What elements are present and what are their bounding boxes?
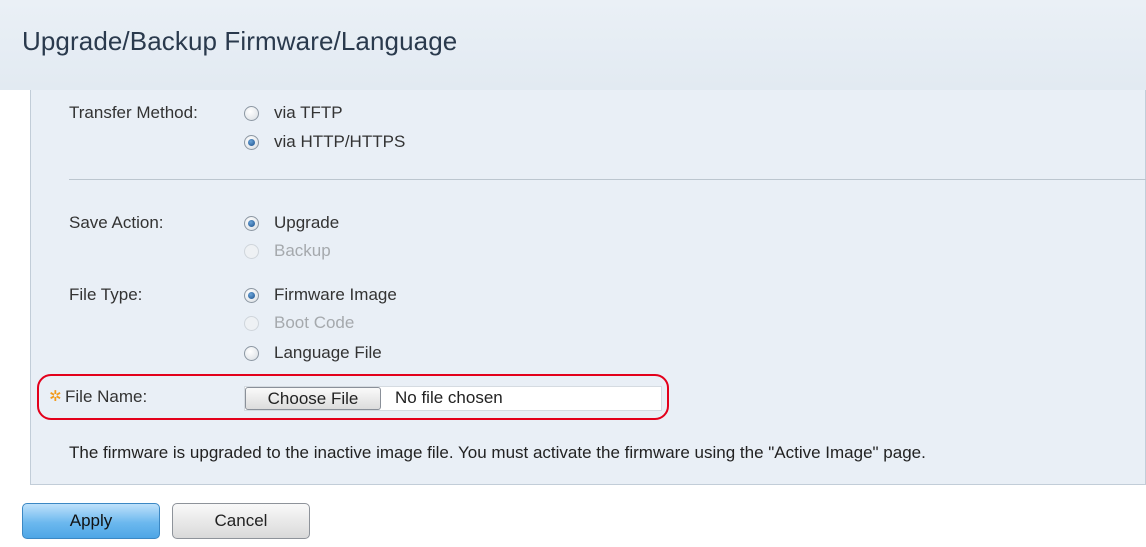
radio-label: Upgrade <box>274 213 340 232</box>
file-type-label: File Type: <box>69 285 143 304</box>
file-status: No file chosen <box>395 388 503 407</box>
divider <box>69 179 1146 180</box>
radio-label: Boot Code <box>274 313 355 332</box>
page-title: Upgrade/Backup Firmware/Language <box>22 26 458 56</box>
radio-label: Backup <box>274 241 331 260</box>
apply-button[interactable]: Apply <box>22 503 160 539</box>
transfer-method-label: Transfer Method: <box>69 103 198 122</box>
radio-label: via HTTP/HTTPS <box>274 132 406 151</box>
radio-language-file[interactable]: Language File <box>244 342 382 364</box>
radio-circle[interactable] <box>244 215 259 231</box>
title-bar: Upgrade/Backup Firmware/Language <box>0 0 1146 90</box>
cancel-button[interactable]: Cancel <box>172 503 310 539</box>
radio-circle <box>244 243 259 259</box>
file-input[interactable]: Choose File No file chosen <box>244 386 662 411</box>
save-action-label: Save Action: <box>69 213 164 232</box>
radio-circle <box>244 315 259 331</box>
radio-backup: Backup <box>244 240 331 262</box>
radio-firmware-image[interactable]: Firmware Image <box>244 284 397 306</box>
radio-circle[interactable] <box>244 287 259 303</box>
file-name-highlight: ✲ File Name: Choose File No file chosen <box>37 374 669 420</box>
radio-via-http[interactable]: via HTTP/HTTPS <box>244 131 405 153</box>
required-icon: ✲ <box>49 388 62 405</box>
radio-label: Language File <box>274 343 382 362</box>
radio-upgrade[interactable]: Upgrade <box>244 212 339 234</box>
radio-label: via TFTP <box>274 103 343 122</box>
firmware-note: The firmware is upgraded to the inactive… <box>69 443 926 462</box>
radio-circle[interactable] <box>244 134 259 150</box>
form-panel: Transfer Method: via TFTP via HTTP/HTTPS… <box>30 90 1146 485</box>
radio-boot-code: Boot Code <box>244 312 354 334</box>
radio-circle[interactable] <box>244 345 259 361</box>
radio-label: Firmware Image <box>274 285 397 304</box>
file-name-label: File Name: <box>65 387 148 406</box>
radio-circle[interactable] <box>244 105 259 121</box>
choose-file-button[interactable]: Choose File <box>245 387 381 410</box>
radio-via-tftp[interactable]: via TFTP <box>244 102 343 124</box>
